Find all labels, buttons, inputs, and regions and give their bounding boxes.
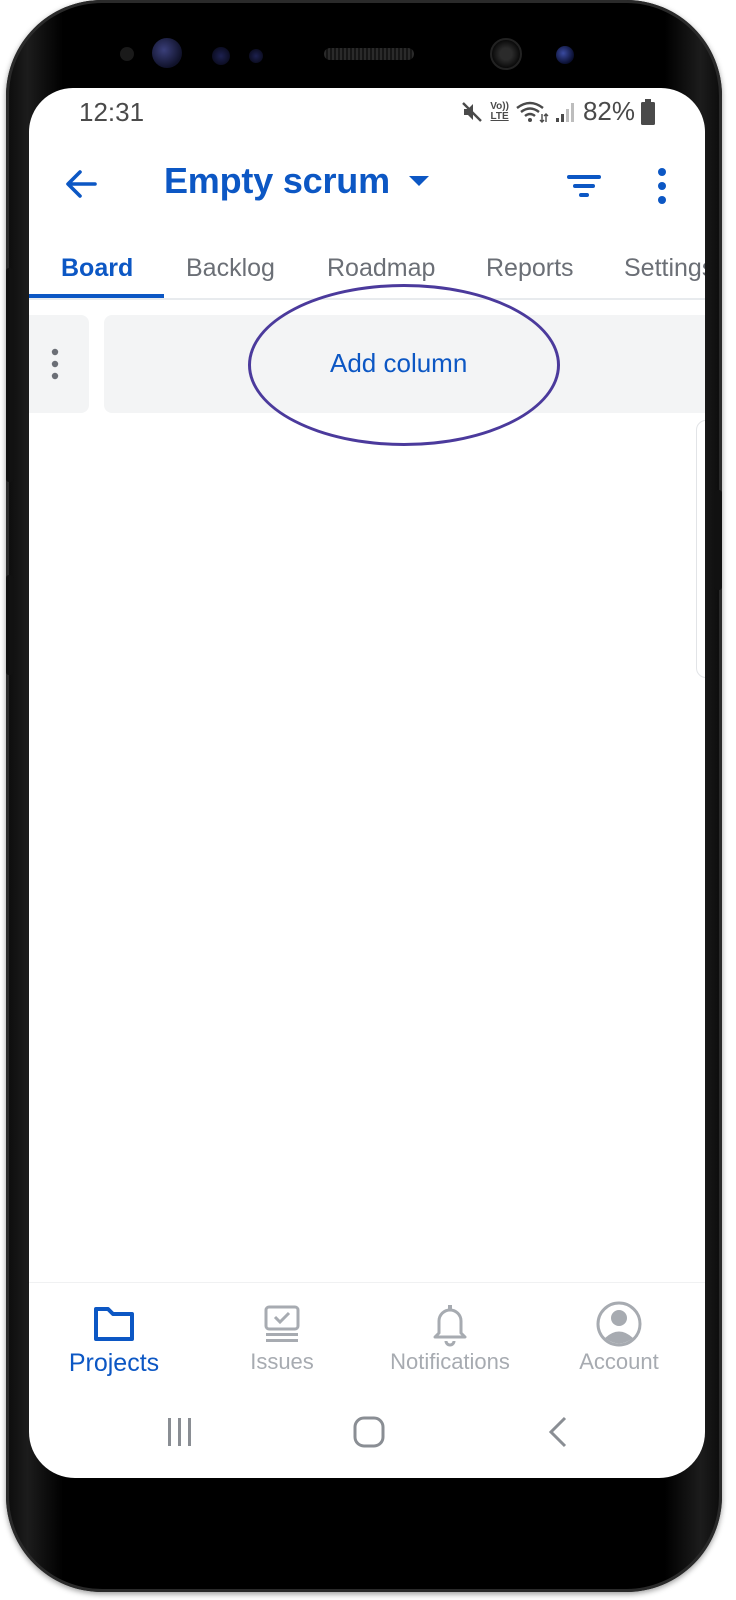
volte-indicator: Vo)) LTE — [490, 100, 509, 122]
status-bar: 12:31 Vo)) LTE 82% — [29, 88, 705, 138]
nav-label-account: Account — [579, 1349, 659, 1374]
nav-label-issues: Issues — [250, 1349, 314, 1374]
power-button — [714, 490, 722, 590]
wifi-icon — [516, 101, 549, 123]
app-bar: Empty scrum — [29, 146, 705, 226]
back-button[interactable] — [61, 164, 101, 204]
system-navigation-bar — [29, 1398, 705, 1468]
battery-icon — [641, 98, 655, 125]
led-indicator — [249, 49, 263, 63]
bottom-navigation: Projects Issues Notifications Account — [29, 1282, 705, 1392]
filter-button[interactable] — [564, 168, 604, 204]
tab-settings[interactable]: Settings — [624, 248, 705, 296]
recent-apps-icon[interactable] — [160, 1412, 200, 1452]
back-icon[interactable] — [539, 1412, 579, 1452]
front-camera — [490, 38, 522, 70]
issues-icon — [264, 1305, 300, 1342]
nav-account[interactable]: Account — [534, 1283, 704, 1393]
volte-top: Vo)) — [490, 100, 509, 112]
scroll-edge-indicator — [696, 420, 705, 678]
phone-frame: 12:31 Vo)) LTE 82% Empty scrum Board Bac… — [6, 0, 722, 1592]
more-vertical-icon — [658, 168, 666, 204]
iris-camera — [556, 46, 574, 64]
volume-button — [6, 268, 14, 482]
nav-label-notifications: Notifications — [390, 1349, 510, 1374]
project-switcher[interactable]: Empty scrum — [164, 160, 430, 202]
account-icon — [596, 1301, 642, 1347]
caret-down-icon — [408, 176, 429, 186]
tab-backlog[interactable]: Backlog — [186, 248, 275, 296]
arrow-left-icon — [66, 170, 97, 198]
status-time: 12:31 — [79, 97, 145, 127]
more-options-button[interactable] — [647, 164, 677, 208]
nav-label-projects: Projects — [68, 1349, 160, 1377]
nav-notifications[interactable]: Notifications — [365, 1283, 535, 1393]
light-sensor — [212, 47, 230, 65]
earpiece-speaker — [324, 48, 414, 60]
mute-icon — [462, 101, 483, 122]
proximity-sensor — [120, 47, 134, 61]
nav-projects[interactable]: Projects — [29, 1283, 199, 1393]
home-icon[interactable] — [349, 1412, 389, 1452]
status-icons: Vo)) LTE 82% — [460, 96, 655, 127]
filter-icon — [567, 175, 601, 197]
more-vertical-icon — [51, 348, 59, 380]
tab-board[interactable]: Board — [61, 248, 133, 296]
iris-scanner — [152, 38, 182, 68]
screen: 12:31 Vo)) LTE 82% Empty scrum Board Bac… — [29, 88, 705, 1478]
bell-icon — [433, 1305, 467, 1347]
signal-icon — [555, 102, 574, 122]
volte-bottom: LTE — [490, 110, 509, 122]
bixby-button — [6, 575, 14, 675]
highlight-annotation — [248, 284, 560, 446]
tab-reports[interactable]: Reports — [486, 248, 574, 296]
folder-icon — [94, 1307, 134, 1341]
nav-issues[interactable]: Issues — [197, 1283, 367, 1393]
battery-percent: 82% — [582, 96, 635, 126]
project-title: Empty scrum — [164, 160, 390, 201]
column-menu-button[interactable] — [49, 346, 61, 382]
active-tab-indicator — [29, 294, 164, 298]
